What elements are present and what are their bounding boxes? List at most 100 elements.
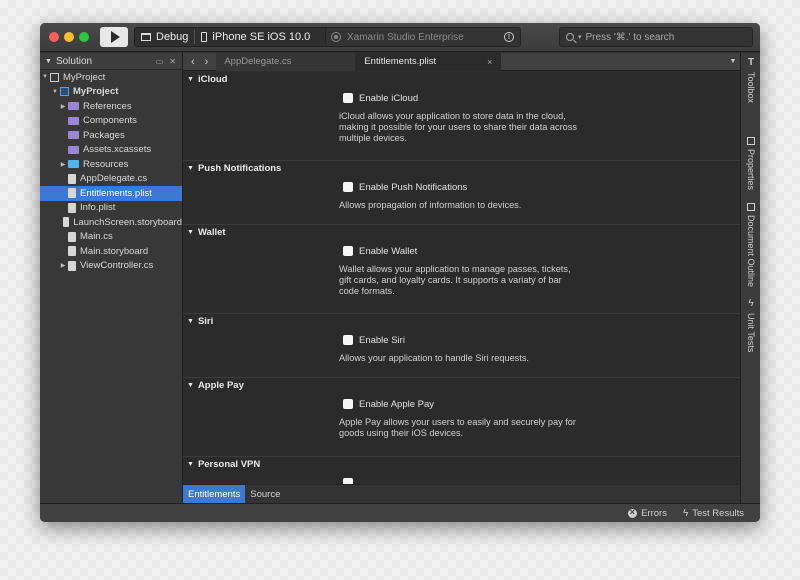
toolbox-pad-button[interactable]: T Toolbox (743, 57, 759, 103)
run-button[interactable] (100, 27, 128, 47)
info-icon[interactable]: ! (504, 32, 514, 42)
editor-view-tabs: Entitlements Source (183, 484, 740, 504)
tab-source-view[interactable]: Source (245, 485, 285, 504)
chevron-down-icon[interactable]: ▼ (50, 89, 60, 95)
section-wallet: ▼ Wallet Enable Wallet Wallet allows you… (183, 225, 740, 314)
tree-item-label: Entitlements.plist (80, 187, 152, 199)
section-description: Allows propagation of information to dev… (339, 200, 522, 210)
errors-button[interactable]: Errors (628, 507, 667, 519)
status-text: Xamarin Studio Enterprise (347, 31, 464, 43)
section-description: Apple Pay allows your users to easily an… (339, 417, 576, 438)
chevron-down-icon: ▼ (187, 75, 194, 83)
section-apple-pay: ▼ Apple Pay Enable Apple Pay Apple Pay a… (183, 378, 740, 457)
tree-item-viewcontroller[interactable]: ▶ ViewController.cs (40, 259, 182, 274)
document-outline-pad-button[interactable]: Document Outline (743, 203, 759, 287)
checkbox-label: Enable Siri (359, 334, 405, 346)
solution-pad-header: ▼ Solution ▭ ✕ (40, 53, 182, 70)
tree-item-solution[interactable]: ▼ MyProject (40, 70, 182, 85)
device-dropdown[interactable]: iPhone SE iOS 10.0 (195, 28, 316, 46)
enable-icloud-checkbox[interactable]: Enable iCloud (343, 92, 740, 104)
tree-item-entitlements[interactable]: Entitlements.plist (40, 186, 182, 201)
rail-label: Unit Tests (746, 313, 756, 353)
tab-entitlements[interactable]: Entitlements.plist × (356, 52, 502, 71)
ide-window: Debug iPhone SE iOS 10.0 Xamarin Studio … (40, 23, 760, 522)
tree-item-label: MyProject (73, 86, 119, 98)
navigate-forward-icon[interactable]: › (205, 56, 209, 68)
play-icon (110, 31, 120, 43)
enable-apple-pay-checkbox[interactable]: Enable Apple Pay (343, 398, 740, 410)
tree-item-label: Main.cs (80, 231, 113, 243)
tree-item-info-plist[interactable]: Info.plist (40, 201, 182, 216)
minimize-window-button[interactable] (64, 32, 74, 42)
chevron-right-icon[interactable]: ▶ (58, 103, 68, 110)
chevron-right-icon[interactable]: ▶ (58, 262, 68, 269)
tab-appdelegate[interactable]: AppDelegate.cs (216, 52, 357, 71)
solution-icon (50, 72, 59, 82)
enable-wallet-checkbox[interactable]: Enable Wallet (343, 245, 740, 257)
unit-tests-pad-button[interactable]: ϟ Unit Tests (743, 298, 759, 352)
folder-icon (68, 102, 79, 111)
section-header[interactable]: ▼ Apple Pay (183, 378, 740, 392)
errors-label: Errors (641, 507, 667, 519)
navigate-back-icon[interactable]: ‹ (191, 56, 195, 68)
section-header[interactable]: ▼ Push Notifications (183, 161, 740, 175)
zoom-window-button[interactable] (79, 32, 89, 42)
section-push-notifications: ▼ Push Notifications Enable Push Notific… (183, 161, 740, 225)
section-personal-vpn: ▼ Personal VPN (183, 457, 740, 484)
configuration-dropdown[interactable]: Debug (135, 28, 194, 46)
tree-item-label: Info.plist (80, 202, 116, 214)
configuration-label: Debug (156, 31, 189, 43)
close-icon[interactable]: × (487, 57, 492, 67)
section-header[interactable]: ▼ Personal VPN (183, 457, 740, 471)
section-title: Personal VPN (197, 458, 261, 470)
tree-item-main-cs[interactable]: Main.cs (40, 230, 182, 245)
chevron-down-icon: ▼ (187, 381, 194, 389)
close-window-button[interactable] (49, 32, 59, 42)
entitlements-editor: ▼ iCloud Enable iCloud iCloud allows you… (183, 72, 740, 484)
checkbox[interactable] (343, 93, 353, 103)
test-results-button[interactable]: ϟ Test Results (683, 508, 744, 519)
section-header[interactable]: ▼ iCloud (183, 72, 740, 86)
tree-item-main-storyboard[interactable]: Main.storyboard (40, 244, 182, 259)
side-pad-rail: T Toolbox Properties Document Outline ϟ … (740, 53, 760, 503)
checkbox[interactable] (343, 335, 353, 345)
enable-push-checkbox[interactable]: Enable Push Notifications (343, 181, 740, 193)
device-label: iPhone SE iOS 10.0 (212, 31, 311, 43)
tree-item-packages[interactable]: Packages (40, 128, 182, 143)
chevron-right-icon[interactable]: ▶ (58, 161, 68, 168)
chevron-down-icon[interactable]: ▼ (40, 74, 50, 80)
run-configuration-selector: Debug iPhone SE iOS 10.0 (134, 27, 334, 47)
document-tab-bar: ‹ › AppDelegate.cs Entitlements.plist × … (183, 52, 740, 71)
checkbox[interactable] (343, 246, 353, 256)
rail-label: Properties (746, 149, 756, 191)
file-icon (68, 260, 76, 271)
close-pad-icon[interactable]: ✕ (169, 57, 176, 66)
search-input[interactable]: ▾ Press '⌘.' to search (559, 27, 753, 47)
file-icon (62, 217, 70, 228)
enable-siri-checkbox[interactable]: Enable Siri (343, 334, 740, 346)
section-title: iCloud (197, 73, 228, 85)
window-icon (141, 33, 151, 41)
section-header[interactable]: ▼ Wallet (183, 225, 740, 239)
tree-item-label: Resources (83, 158, 129, 170)
checkbox[interactable] (343, 182, 353, 192)
folder-icon (68, 160, 79, 169)
tree-item-resources[interactable]: ▶ Resources (40, 157, 182, 172)
section-header[interactable]: ▼ Siri (183, 314, 740, 328)
properties-icon (747, 137, 755, 145)
tree-item-components[interactable]: Components (40, 114, 182, 129)
tree-item-assets[interactable]: Assets.xcassets (40, 143, 182, 158)
tree-item-references[interactable]: ▶ References (40, 99, 182, 114)
section-title: Apple Pay (197, 379, 244, 391)
folder-icon (68, 145, 79, 154)
enable-personal-vpn-checkbox[interactable] (343, 477, 740, 484)
tab-entitlements-view[interactable]: Entitlements (183, 484, 246, 504)
tree-item-label: Components (83, 115, 137, 127)
tree-item-project[interactable]: ▼ MyProject (40, 85, 182, 100)
minimize-pad-icon[interactable]: ▭ (156, 57, 164, 66)
properties-pad-button[interactable]: Properties (743, 137, 759, 190)
tree-item-appdelegate[interactable]: AppDelegate.cs (40, 172, 182, 187)
checkbox[interactable] (343, 399, 353, 409)
tree-item-launchscreen[interactable]: LaunchScreen.storyboard (40, 215, 182, 230)
tab-list-dropdown-icon[interactable]: ▼ (726, 58, 740, 65)
